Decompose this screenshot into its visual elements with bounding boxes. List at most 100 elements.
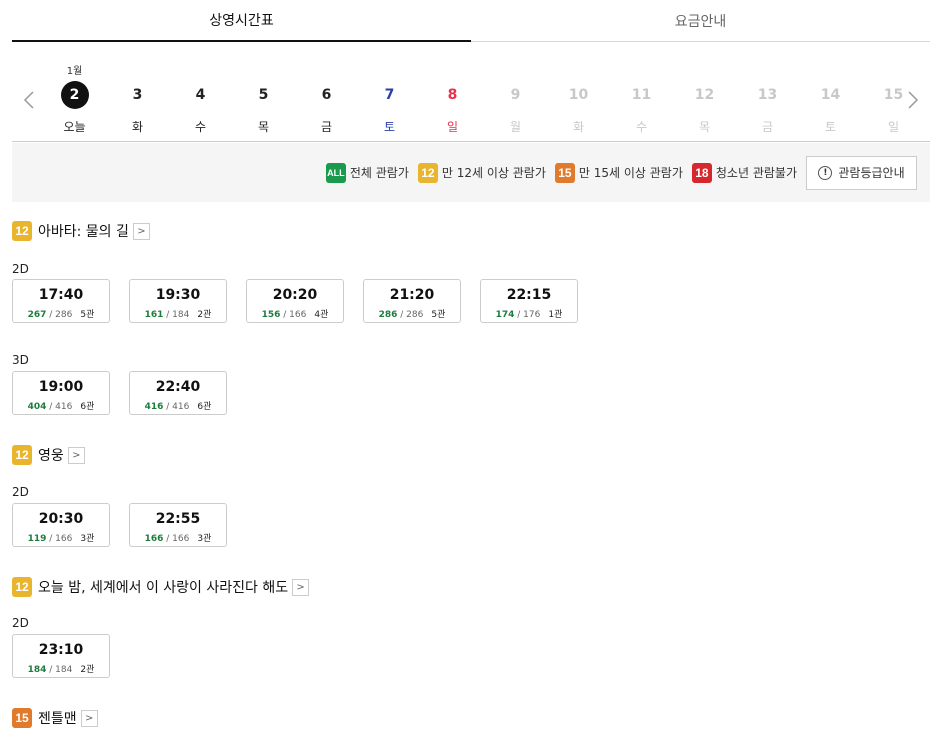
date-number: 13 xyxy=(757,87,778,103)
date-number: 12 xyxy=(694,87,715,103)
rating-15-badge: 15 xyxy=(554,162,575,183)
date-number: 6 xyxy=(321,87,332,103)
total-seats: 416 xyxy=(172,402,190,412)
showtime-info: 404 / 416 6관 xyxy=(27,402,95,412)
total-seats: 286 xyxy=(406,310,424,320)
hall-label: 4관 xyxy=(314,310,329,320)
date-item: 14 토 xyxy=(799,42,862,142)
rating-12-badge: 12 xyxy=(12,577,32,597)
chevron-right-icon[interactable]: > xyxy=(80,709,98,727)
date-weekday: 일 xyxy=(446,120,459,134)
rating-15-badge: 15 xyxy=(12,708,32,728)
date-weekday: 화 xyxy=(572,120,585,134)
showtime-time: 19:00 xyxy=(38,379,84,395)
chevron-right-icon[interactable]: > xyxy=(292,578,310,596)
format-label: 3D xyxy=(12,353,29,367)
legend-label: 전체 관람가 xyxy=(349,166,409,180)
showtime-slot[interactable]: 20:20 156 / 166 4관 xyxy=(246,279,344,323)
date-weekday: 수 xyxy=(194,120,207,134)
legend-label: 만 12세 이상 관람가 xyxy=(441,166,546,180)
date-item[interactable]: 3화 xyxy=(106,42,169,142)
movie-title-row[interactable]: 15 젠틀맨 > xyxy=(12,708,98,728)
date-item[interactable]: 6금 xyxy=(295,42,358,142)
hall-label: 3관 xyxy=(80,534,95,544)
rating-guide-label: 관람등급안내 xyxy=(838,166,905,180)
available-seats: 404 xyxy=(27,402,47,412)
date-number: 7 xyxy=(384,87,395,103)
date-weekday: 월 xyxy=(509,120,522,134)
chevron-right-icon[interactable] xyxy=(906,90,920,110)
available-seats: 174 xyxy=(495,310,515,320)
chevron-right-icon[interactable]: > xyxy=(132,222,150,240)
date-selector: 1월 2 오늘 3 화 4 수 5 목 6 금 7 토 8 일 9 월 10 화 11 수 12 목 13 금 14 토 15 일 xyxy=(12,42,930,142)
date-list: 1월 2 오늘 3 화 4 수 5 목 6 금 7 토 8 일 9 월 10 화 11 수 12 목 13 금 14 토 15 일 xyxy=(43,42,925,142)
tab-pricing[interactable]: 요금안내 xyxy=(471,0,930,41)
rating-12-badge: 12 xyxy=(12,445,32,465)
showtime-time: 20:30 xyxy=(38,511,84,527)
showtime-slot[interactable]: 22:55 166 / 166 3관 xyxy=(129,503,227,547)
movie-title: 오늘 밤, 세계에서 이 사랑이 사라진다 해도 xyxy=(38,580,289,596)
date-number: 8 xyxy=(447,87,458,103)
movie-title-row[interactable]: 12 영웅 > xyxy=(12,445,85,465)
showtime-slot[interactable]: 22:15 174 / 176 1관 xyxy=(480,279,578,323)
total-seats: 184 xyxy=(172,310,190,320)
available-seats: 119 xyxy=(27,534,47,544)
showtime-slot[interactable]: 17:40 267 / 286 5관 xyxy=(12,279,110,323)
date-number: 14 xyxy=(820,87,841,103)
rating-guide-button[interactable]: ! 관람등급안내 xyxy=(806,155,917,190)
date-item[interactable]: 8일 xyxy=(421,42,484,142)
movie-title-row[interactable]: 12 오늘 밤, 세계에서 이 사랑이 사라진다 해도 > xyxy=(12,577,310,597)
date-item[interactable]: 1월 2 오늘 xyxy=(43,42,106,142)
total-seats: 184 xyxy=(55,665,73,675)
info-icon: ! xyxy=(818,165,833,180)
movie-title-row[interactable]: 12 아바타: 물의 길 > xyxy=(12,221,150,241)
format-label: 2D xyxy=(12,485,29,499)
showtime-list: 17:40 267 / 286 5관 19:30 161 / 184 2관 20:2… xyxy=(12,279,597,323)
legend-item-12: 12 만 12세 이상 관람가 xyxy=(417,162,546,183)
date-item[interactable]: 7토 xyxy=(358,42,421,142)
showtime-slot[interactable]: 19:00 404 / 416 6관 xyxy=(12,371,110,415)
date-number: 3 xyxy=(132,87,143,103)
total-seats: 166 xyxy=(289,310,307,320)
tab-showtimes[interactable]: 상영시간표 xyxy=(12,0,471,42)
date-item: 10 화 xyxy=(547,42,610,142)
hall-label: 5관 xyxy=(431,310,446,320)
schedule-tabs: 상영시간표 요금안내 xyxy=(12,0,930,42)
date-item[interactable]: 4수 xyxy=(169,42,232,142)
showtime-slot[interactable]: 21:20 286 / 286 5관 xyxy=(363,279,461,323)
total-seats: 176 xyxy=(523,310,541,320)
showtime-info: 174 / 176 1관 xyxy=(495,310,563,320)
date-weekday: 토 xyxy=(383,120,396,134)
showtime-time: 23:10 xyxy=(38,642,84,658)
hall-label: 3관 xyxy=(197,534,212,544)
date-weekday: 화 xyxy=(131,120,144,134)
rating-legend: ALL 전체 관람가 12 만 12세 이상 관람가 15 만 15세 이상 관… xyxy=(12,143,930,202)
date-month: 1월 xyxy=(66,66,83,77)
date-item: 9월 xyxy=(484,42,547,142)
showtime-list: 23:10 184 / 184 2관 xyxy=(12,634,129,678)
hall-label: 5관 xyxy=(80,310,95,320)
chevron-left-icon[interactable] xyxy=(22,90,36,110)
date-item[interactable]: 5목 xyxy=(232,42,295,142)
available-seats: 267 xyxy=(27,310,47,320)
showtime-slot[interactable]: 23:10 184 / 184 2관 xyxy=(12,634,110,678)
format-label: 2D xyxy=(12,616,29,630)
total-seats: 166 xyxy=(55,534,73,544)
showtime-slot[interactable]: 22:40 416 / 416 6관 xyxy=(129,371,227,415)
date-weekday: 목 xyxy=(257,120,270,134)
date-weekday: 수 xyxy=(635,120,648,134)
showtime-time: 17:40 xyxy=(38,287,84,303)
date-item: 12 목 xyxy=(673,42,736,142)
showtime-info: 166 / 166 3관 xyxy=(144,534,212,544)
movie-title: 아바타: 물의 길 xyxy=(38,224,129,240)
movie-title: 영웅 xyxy=(38,448,64,464)
chevron-right-icon[interactable]: > xyxy=(67,446,85,464)
showtime-info: 184 / 184 2관 xyxy=(27,665,95,675)
showtime-info: 286 / 286 5관 xyxy=(378,310,446,320)
showtime-info: 156 / 166 4관 xyxy=(261,310,329,320)
showtime-time: 19:30 xyxy=(155,287,201,303)
showtime-slot[interactable]: 19:30 161 / 184 2관 xyxy=(129,279,227,323)
total-seats: 166 xyxy=(172,534,190,544)
showtime-slot[interactable]: 20:30 119 / 166 3관 xyxy=(12,503,110,547)
showtime-list: 19:00 404 / 416 6관 22:40 416 / 416 6관 xyxy=(12,371,246,415)
